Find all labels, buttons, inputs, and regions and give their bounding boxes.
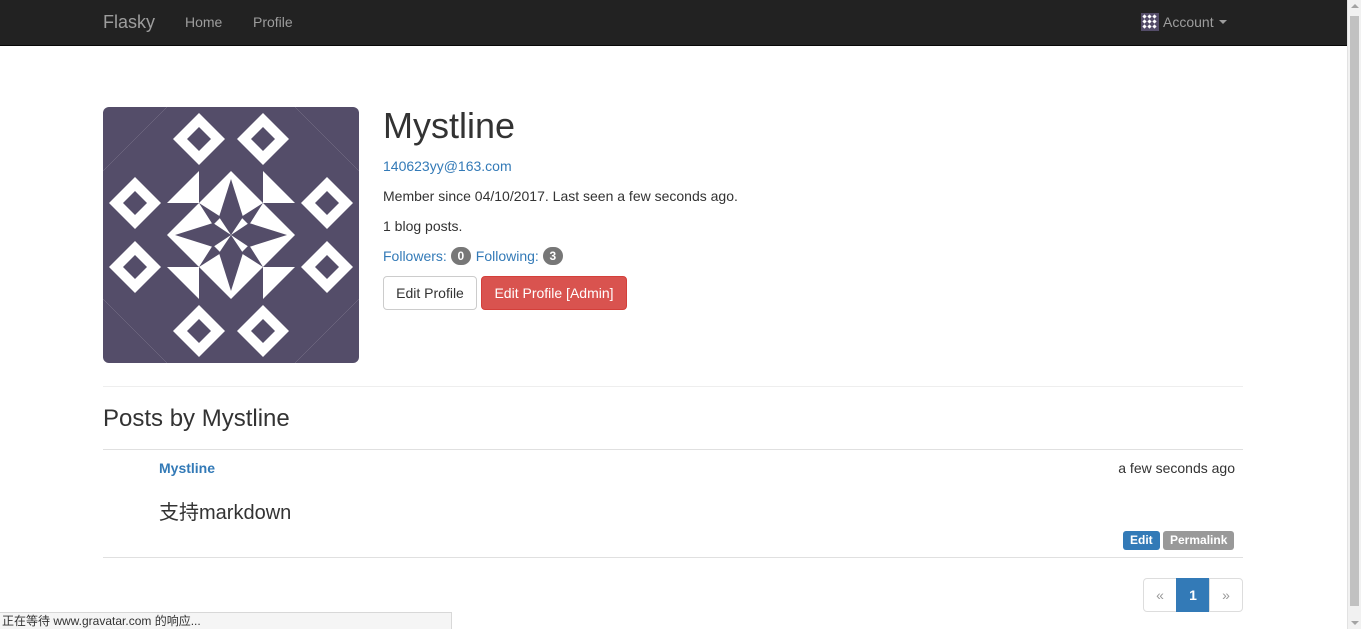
post-edit-button[interactable]: Edit [1123, 531, 1160, 550]
followers-link[interactable]: Followers: [383, 248, 447, 264]
nav-profile-link[interactable]: Profile [253, 14, 293, 30]
post-body: 支持markdown [159, 502, 292, 524]
follow-stats: Followers: 0 Following: 3 [383, 247, 568, 265]
post-author-link[interactable]: Mystline [159, 460, 215, 476]
account-dropdown[interactable]: Account [1141, 12, 1227, 32]
caret-down-icon [1218, 20, 1227, 24]
scroll-up-arrow-icon[interactable] [1351, 4, 1359, 8]
nav-home-link[interactable]: Home [185, 14, 222, 30]
profile-email-link[interactable]: 140623yy@163.com [383, 158, 512, 174]
top-navbar: Flasky Home Profile Account [0, 0, 1347, 46]
following-link[interactable]: Following: [476, 248, 539, 264]
edit-profile-admin-button[interactable]: Edit Profile [Admin] [481, 276, 627, 310]
browser-status-bar: 正在等待 www.gravatar.com 的响应... [0, 612, 452, 629]
divider [103, 449, 1243, 450]
profile-avatar-identicon [103, 107, 359, 363]
divider [103, 557, 1243, 558]
profile-username: Mystline [383, 105, 516, 146]
pagination-next[interactable]: » [1209, 578, 1243, 612]
vertical-scrollbar[interactable] [1347, 0, 1361, 629]
brand-link[interactable]: Flasky [103, 12, 155, 33]
pagination-prev[interactable]: « [1143, 578, 1177, 612]
edit-profile-button[interactable]: Edit Profile [383, 276, 477, 310]
pagination: « 1 » [1143, 578, 1243, 612]
followers-count-badge: 0 [450, 247, 471, 265]
post-timestamp: a few seconds ago [1118, 460, 1235, 476]
account-label: Account [1163, 14, 1214, 30]
member-since-text: Member since 04/10/2017. Last seen a few… [383, 188, 738, 204]
posts-section-title: Posts by Mystline [103, 405, 290, 432]
divider [103, 386, 1243, 387]
scroll-thumb[interactable] [1350, 16, 1359, 606]
account-avatar-icon [1141, 13, 1159, 31]
following-count-badge: 3 [542, 247, 563, 265]
blog-post-count: 1 blog posts. [383, 218, 463, 234]
pagination-page-1[interactable]: 1 [1176, 578, 1210, 612]
scroll-down-arrow-icon[interactable] [1351, 621, 1359, 625]
post-permalink-button[interactable]: Permalink [1163, 531, 1235, 550]
